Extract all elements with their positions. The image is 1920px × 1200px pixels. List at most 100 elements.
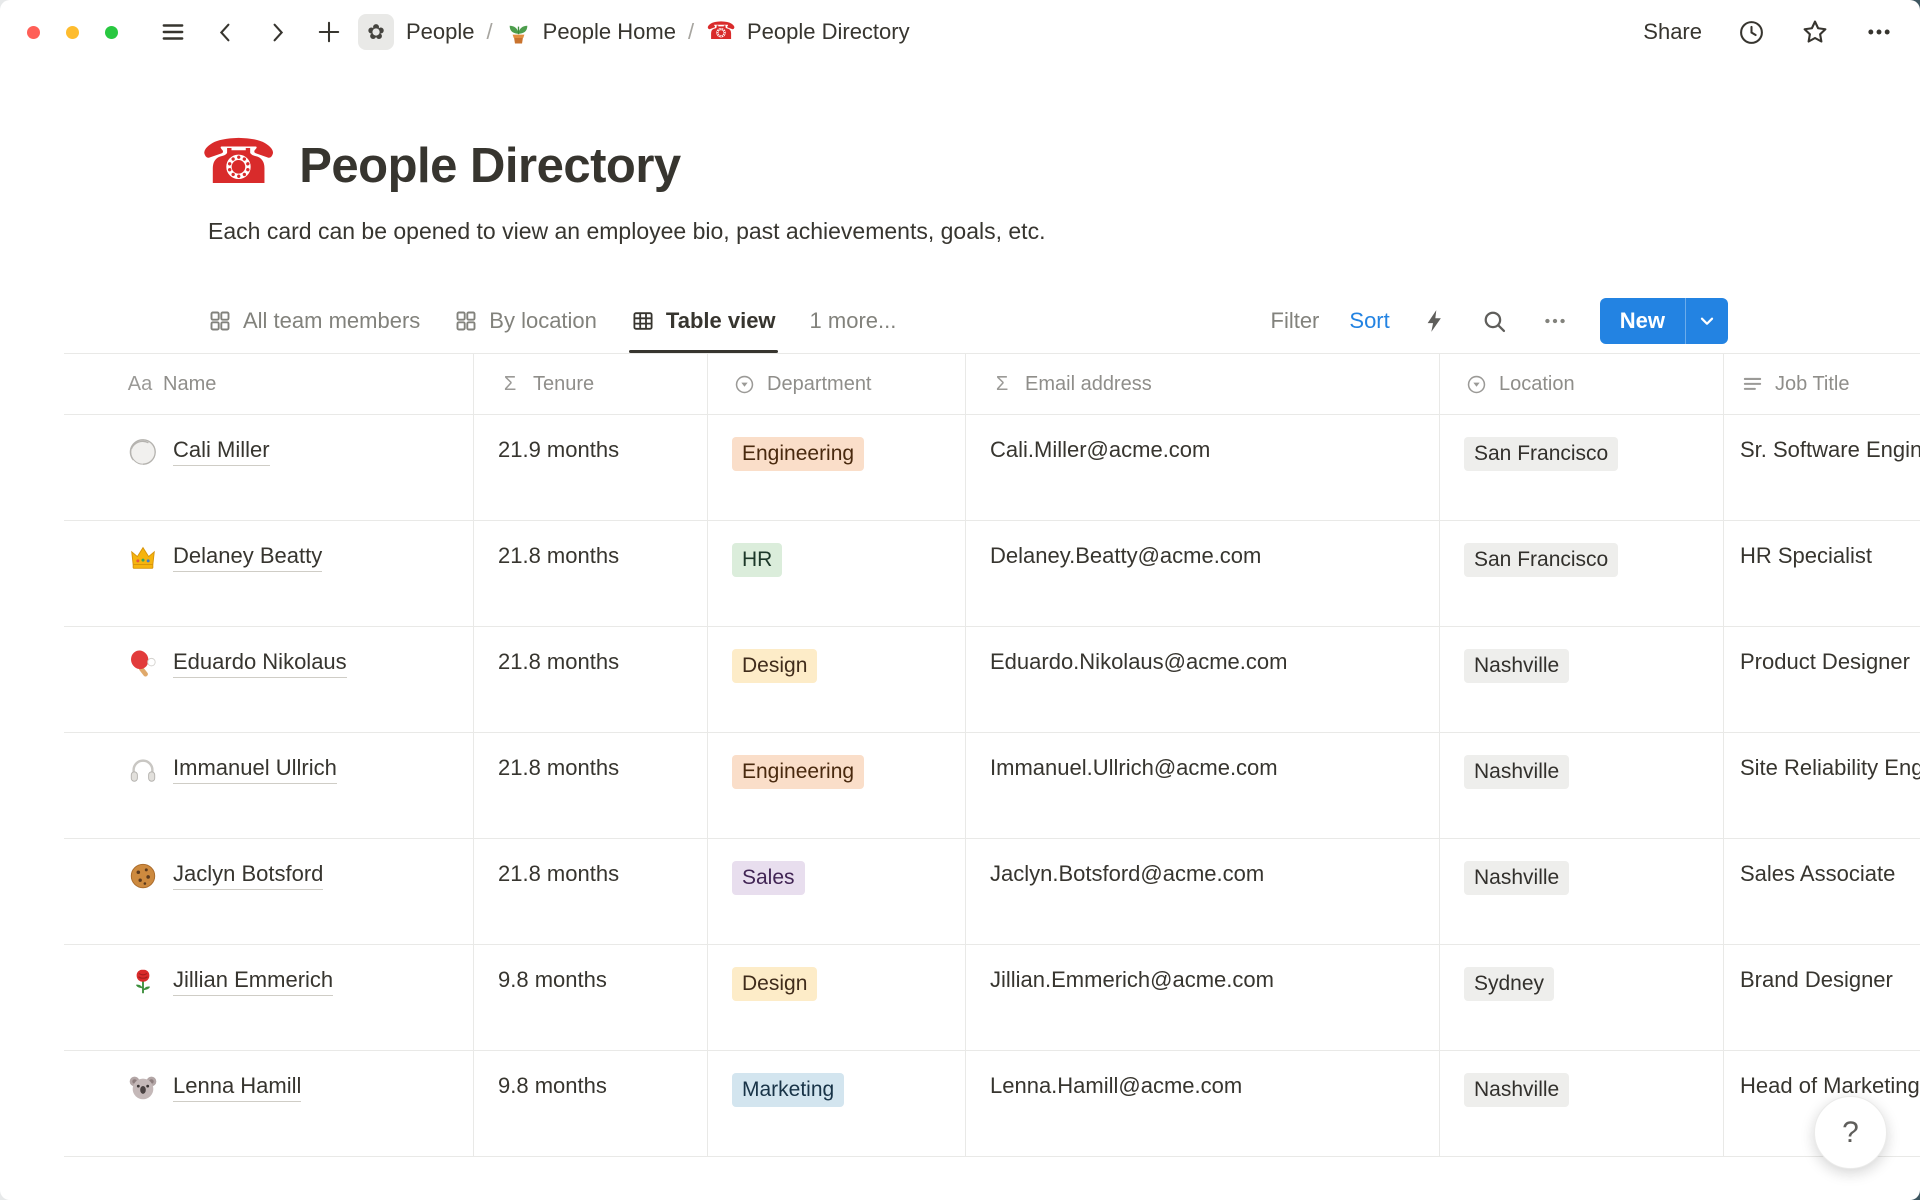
column-header-email-address[interactable]: ΣEmail address xyxy=(966,354,1440,414)
people-table: AaNameΣTenure Department ΣEmail address Loc… xyxy=(64,353,1920,1157)
cell-tenure[interactable]: 9.8 months xyxy=(474,945,708,1050)
cell-tenure[interactable]: 21.8 months xyxy=(474,733,708,838)
cell-department[interactable]: HR xyxy=(708,521,966,626)
table-row: Cali Miller 21.9 monthsEngineeringCali.Mi… xyxy=(64,415,1920,521)
cell-department[interactable]: Marketing xyxy=(708,1051,966,1156)
cell-location[interactable]: Nashville xyxy=(1440,839,1724,944)
breadcrumb-separator: / xyxy=(487,19,493,45)
breadcrumb-item[interactable]: People Home xyxy=(505,19,676,46)
column-header-tenure[interactable]: ΣTenure xyxy=(474,354,708,414)
forward-button[interactable] xyxy=(262,17,292,47)
tab-by-location[interactable]: By location xyxy=(454,289,597,353)
koala-emoji xyxy=(128,1073,158,1103)
close-button[interactable] xyxy=(27,26,40,39)
column-header-name[interactable]: AaName xyxy=(64,354,474,414)
tab-label: All team members xyxy=(243,308,420,334)
cell-name[interactable]: Jillian Emmerich xyxy=(64,945,474,1050)
favorite-button[interactable] xyxy=(1800,17,1830,47)
tab-table-view[interactable]: Table view xyxy=(631,289,776,353)
cell-name[interactable]: Cali Miller xyxy=(64,415,474,520)
back-button[interactable] xyxy=(210,17,240,47)
updates-button[interactable] xyxy=(1736,17,1766,47)
workspace-flower-icon[interactable]: ✿ xyxy=(358,14,394,50)
column-header-department[interactable]: Department xyxy=(708,354,966,414)
cell-department[interactable]: Engineering xyxy=(708,415,966,520)
person-name-link[interactable]: Eduardo Nikolaus xyxy=(173,649,347,678)
new-button[interactable]: New xyxy=(1600,298,1685,344)
minimize-button[interactable] xyxy=(66,26,79,39)
cell-tenure[interactable]: 21.9 months xyxy=(474,415,708,520)
breadcrumb-item[interactable]: ☎People Directory xyxy=(706,19,910,45)
person-name-link[interactable]: Jaclyn Botsford xyxy=(173,861,323,890)
views-toolbar: All team members By location Table view 1 … xyxy=(0,289,1920,353)
location-tag: Sydney xyxy=(1464,967,1554,1001)
potted-plant-emoji xyxy=(505,19,532,46)
cell-job-title[interactable]: Site Reliability Engineer xyxy=(1724,733,1920,838)
new-record-split-button: New xyxy=(1600,298,1728,344)
cell-name[interactable]: Lenna Hamill xyxy=(64,1051,474,1156)
cell-department[interactable]: Sales xyxy=(708,839,966,944)
filter-button[interactable]: Filter xyxy=(1271,308,1320,334)
more-views-button[interactable]: 1 more... xyxy=(810,308,897,334)
person-name-link[interactable]: Delaney Beatty xyxy=(173,543,322,572)
person-name-link[interactable]: Jillian Emmerich xyxy=(173,967,333,996)
cell-name[interactable]: Immanuel Ullrich xyxy=(64,733,474,838)
page-icon-telephone[interactable]: ☎ xyxy=(200,132,277,194)
cell-email[interactable]: Immanuel.Ullrich@acme.com xyxy=(966,733,1440,838)
column-header-label: Location xyxy=(1499,373,1575,396)
column-header-label: Department xyxy=(767,373,872,396)
cell-tenure[interactable]: 9.8 months xyxy=(474,1051,708,1156)
cell-job-title[interactable]: HR Specialist xyxy=(1724,521,1920,626)
gallery-view-icon xyxy=(208,309,232,333)
cell-location[interactable]: San Francisco xyxy=(1440,521,1724,626)
cell-job-title[interactable]: Brand Designer xyxy=(1724,945,1920,1050)
cell-location[interactable]: Nashville xyxy=(1440,733,1724,838)
search-button[interactable] xyxy=(1480,306,1510,336)
cell-department[interactable]: Design xyxy=(708,945,966,1050)
zoom-button[interactable] xyxy=(105,26,118,39)
sort-button[interactable]: Sort xyxy=(1349,308,1389,334)
cell-name[interactable]: Eduardo Nikolaus xyxy=(64,627,474,732)
share-button[interactable]: Share xyxy=(1643,19,1702,45)
cell-name[interactable]: Jaclyn Botsford xyxy=(64,839,474,944)
page-title: People Directory xyxy=(299,138,680,194)
department-tag: Sales xyxy=(732,861,805,895)
new-dropdown-button[interactable] xyxy=(1686,298,1728,344)
cell-email[interactable]: Cali.Miller@acme.com xyxy=(966,415,1440,520)
ellipsis-icon xyxy=(1865,18,1893,46)
automations-button[interactable] xyxy=(1420,306,1450,336)
cell-name[interactable]: Delaney Beatty xyxy=(64,521,474,626)
red-telephone-emoji: ☎ xyxy=(706,20,736,44)
column-header-location[interactable]: Location xyxy=(1440,354,1724,414)
search-icon xyxy=(1481,308,1508,335)
cell-job-title[interactable]: Sales Associate xyxy=(1724,839,1920,944)
cell-department[interactable]: Design xyxy=(708,627,966,732)
person-name-link[interactable]: Immanuel Ullrich xyxy=(173,755,337,784)
cell-location[interactable]: Sydney xyxy=(1440,945,1724,1050)
person-name-link[interactable]: Cali Miller xyxy=(173,437,270,466)
breadcrumb-label: People Home xyxy=(543,19,676,45)
cell-email[interactable]: Jaclyn.Botsford@acme.com xyxy=(966,839,1440,944)
cell-job-title[interactable]: Product Designer xyxy=(1724,627,1920,732)
person-name-link[interactable]: Lenna Hamill xyxy=(173,1073,301,1102)
cell-email[interactable]: Eduardo.Nikolaus@acme.com xyxy=(966,627,1440,732)
cell-location[interactable]: Nashville xyxy=(1440,627,1724,732)
cell-location[interactable]: San Francisco xyxy=(1440,415,1724,520)
cell-job-title[interactable]: Sr. Software Engineer xyxy=(1724,415,1920,520)
cell-email[interactable]: Delaney.Beatty@acme.com xyxy=(966,521,1440,626)
cell-department[interactable]: Engineering xyxy=(708,733,966,838)
page-more-button[interactable] xyxy=(1864,17,1894,47)
cell-email[interactable]: Jillian.Emmerich@acme.com xyxy=(966,945,1440,1050)
cell-email[interactable]: Lenna.Hamill@acme.com xyxy=(966,1051,1440,1156)
view-options-button[interactable] xyxy=(1540,306,1570,336)
help-button[interactable]: ? xyxy=(1814,1096,1887,1169)
breadcrumb-item[interactable]: People xyxy=(406,19,475,45)
cell-location[interactable]: Nashville xyxy=(1440,1051,1724,1156)
new-page-button[interactable] xyxy=(314,17,344,47)
tab-all-team-members[interactable]: All team members xyxy=(208,289,420,353)
column-header-job-title[interactable]: Job Title xyxy=(1724,354,1920,414)
sidebar-menu-button[interactable] xyxy=(158,17,188,47)
cell-tenure[interactable]: 21.8 months xyxy=(474,627,708,732)
cell-tenure[interactable]: 21.8 months xyxy=(474,521,708,626)
cell-tenure[interactable]: 21.8 months xyxy=(474,839,708,944)
